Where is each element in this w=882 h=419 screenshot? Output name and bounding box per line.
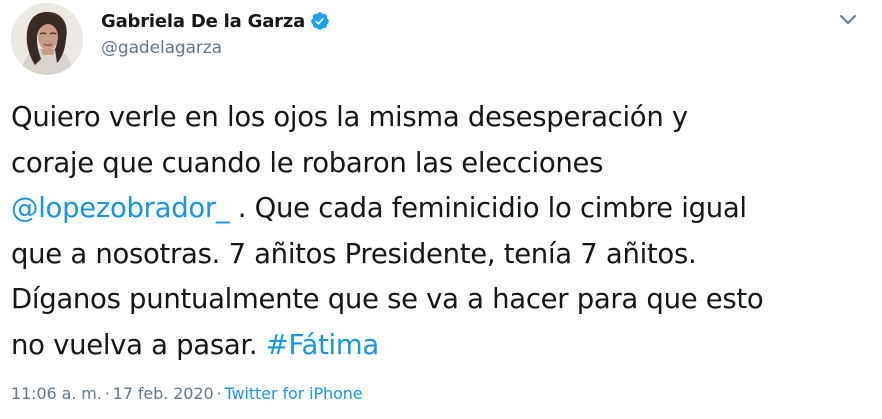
author-block: Gabriela De la Garza @gadelagarza — [101, 8, 330, 58]
meta-separator: · — [216, 384, 222, 403]
tweet-text-line: no vuelva a pasar. #Fátima — [11, 323, 871, 369]
tweet-text-segment: . Que cada feminicidio lo cimbre igual — [229, 192, 747, 224]
avatar[interactable] — [11, 3, 83, 75]
tweet-text-segment: coraje que cuando le robaron las eleccio… — [11, 146, 604, 179]
tweet-source-link[interactable]: Twitter for iPhone — [225, 384, 363, 403]
name-row: Gabriela De la Garza — [101, 8, 330, 34]
tweet-text-segment: que a nosotras. 7 añitos Presidente, ten… — [11, 237, 697, 270]
tweet-card: Gabriela De la Garza @gadelagarza Quiero… — [0, 0, 882, 419]
profile-photo-icon — [11, 3, 83, 75]
tweet-text-line: Quiero verle en los ojos la misma desesp… — [11, 95, 871, 141]
meta-separator: · — [104, 384, 110, 403]
tweet-text-segment: no vuelva a pasar. — [11, 328, 266, 361]
tweet-text-line: @lopezobrador_ . Que cada feminicidio lo… — [11, 186, 871, 232]
tweet-text-line: que a nosotras. 7 añitos Presidente, ten… — [11, 232, 871, 278]
hashtag-link[interactable]: #Fátima — [266, 329, 379, 361]
tweet-text-line: coraje que cuando le robaron las eleccio… — [11, 141, 871, 187]
tweet-text-line: Díganos puntualmente que se va a hacer p… — [11, 277, 871, 323]
handle[interactable]: @gadelagarza — [101, 38, 330, 58]
tweet-text: Quiero verle en los ojos la misma desesp… — [11, 95, 871, 368]
tweet-date[interactable]: 17 feb. 2020 — [113, 384, 214, 403]
display-name[interactable]: Gabriela De la Garza — [101, 11, 305, 32]
tweet-text-segment: Quiero verle en los ojos la misma desesp… — [11, 101, 688, 133]
chevron-down-icon[interactable] — [838, 12, 858, 28]
tweet-text-segment: Díganos puntualmente que se va a hacer p… — [11, 283, 764, 315]
tweet-meta: 11:06 a. m. · 17 feb. 2020 · Twitter for iPh… — [11, 384, 363, 403]
verified-badge-icon — [310, 11, 330, 31]
tweet-time[interactable]: 11:06 a. m. — [11, 384, 102, 403]
mention-link[interactable]: @lopezobrador_ — [11, 192, 230, 224]
